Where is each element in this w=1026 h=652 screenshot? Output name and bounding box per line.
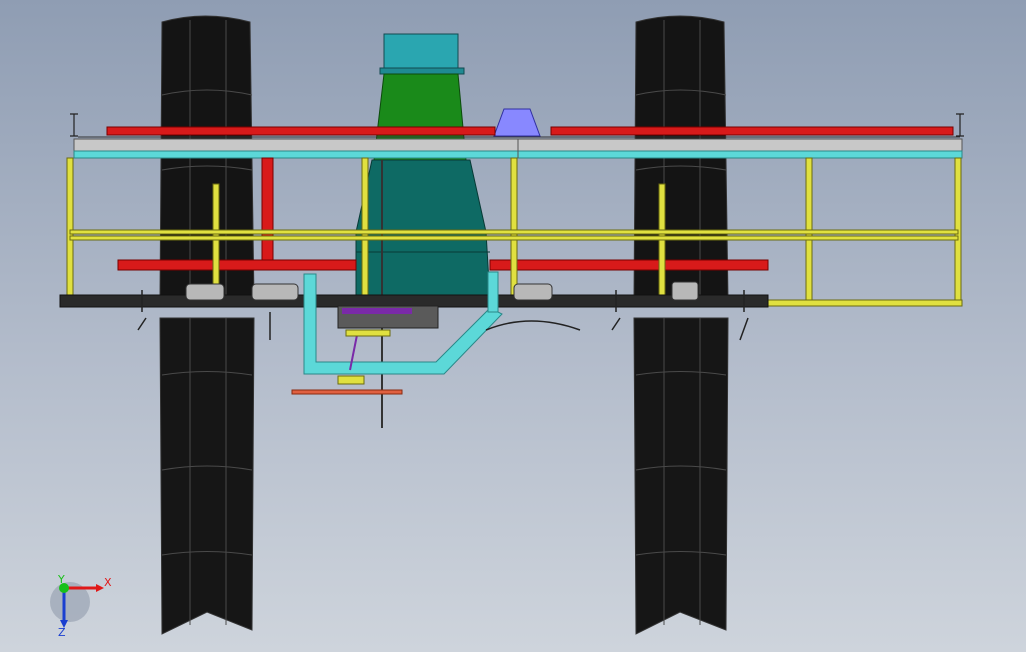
left-wheel: [159, 15, 255, 635]
coordinate-triad: X Y Z: [50, 573, 112, 639]
x-axis-head: [96, 584, 104, 592]
right-wheel: [633, 15, 729, 635]
x-axis-label: X: [104, 576, 112, 589]
z-axis-label: Z: [58, 626, 66, 639]
cad-viewport[interactable]: X Y Z: [0, 0, 1026, 652]
marker-block: [493, 108, 541, 137]
y-axis-label: Y: [57, 573, 65, 586]
machine-front-view: X Y Z: [50, 15, 964, 639]
red-post: [261, 157, 274, 265]
platform-plate: [73, 138, 963, 159]
